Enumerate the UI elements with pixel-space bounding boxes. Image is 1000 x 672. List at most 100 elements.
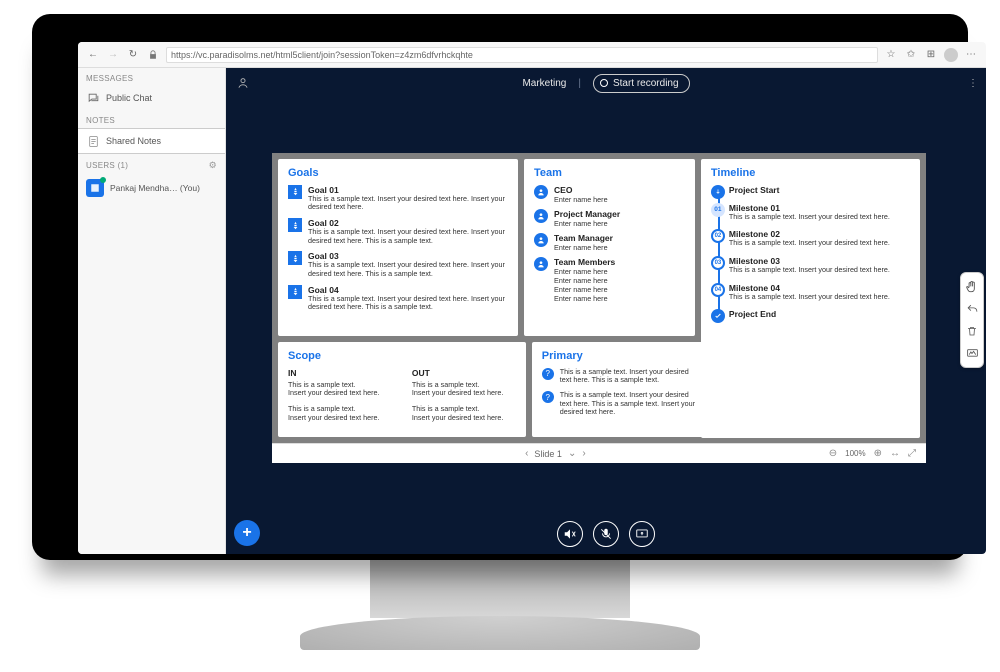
primary-desc: This is a sample text. Insert your desir… (560, 368, 698, 385)
chat-icon (86, 91, 100, 105)
sidebar-header-notes: NOTES (78, 110, 225, 128)
browser-bar: ← → ↻ https://vc.paradisolms.net/html5cl… (78, 42, 986, 68)
nav-back-icon[interactable]: ← (86, 48, 100, 62)
goal-icon (288, 285, 302, 299)
card-scope: Scope IN This is a sample text.Insert yo… (278, 342, 526, 438)
avatar (86, 179, 104, 197)
url-field[interactable]: https://vc.paradisolms.net/html5client/j… (166, 47, 878, 63)
goal-item: Goal 02 This is a sample text. Insert yo… (288, 218, 508, 245)
scope-in-text: This is a sample text.Insert your desire… (288, 405, 392, 422)
slide-dropdown-icon[interactable]: ⌄ (568, 448, 576, 459)
team-item: Team Members Enter name hereEnter name h… (534, 257, 685, 303)
nav-forward-icon[interactable]: → (106, 48, 120, 62)
star-icon[interactable]: ☆ (884, 48, 898, 62)
fullscreen-icon[interactable]: ⤢ (908, 448, 916, 459)
timeline-desc: This is a sample text. Insert your desir… (729, 266, 910, 275)
user-icon[interactable] (236, 76, 250, 90)
presentation-area: Goals Goal 01 This is a sample text. Ins… (226, 98, 986, 514)
timeline-node-icon: 04 (711, 283, 725, 297)
goal-item: Goal 03 This is a sample text. Insert yo… (288, 251, 508, 278)
user-name-label: Pankaj Mendha… (You) (110, 183, 200, 193)
zoom-in-icon[interactable]: ⊕ (874, 448, 882, 459)
card-title: Timeline (711, 167, 910, 179)
timeline-item: 01 Milestone 01 This is a sample text. I… (729, 203, 910, 222)
sidebar-header-messages: MESSAGES (78, 68, 225, 86)
more-menu-icon[interactable]: ⋮ (968, 78, 978, 89)
hand-tool-icon[interactable] (962, 276, 982, 298)
goal-desc: This is a sample text. Insert your desir… (308, 261, 508, 278)
team-desc: Enter name here (554, 195, 608, 204)
team-role: Project Manager (554, 209, 620, 219)
topbar: Marketing | Start recording ⋮ (226, 68, 986, 98)
primary-item: ? This is a sample text. Insert your des… (542, 391, 698, 417)
timeline-node-icon: 01 (711, 203, 725, 217)
nav-reload-icon[interactable]: ↻ (126, 48, 140, 62)
team-item: CEO Enter name here (534, 185, 685, 204)
slide-next-icon[interactable]: › (582, 448, 585, 459)
slide-prev-icon[interactable]: ‹ (525, 448, 528, 459)
question-icon: ? (542, 368, 554, 380)
undo-icon[interactable] (962, 298, 982, 320)
person-icon (534, 209, 548, 223)
mute-audio-button[interactable] (557, 521, 583, 547)
scope-out-text: This is a sample text.Insert your desire… (412, 405, 516, 422)
session-title: Marketing (522, 78, 566, 89)
sidebar: MESSAGES Public Chat NOTES Shared Notes … (78, 68, 226, 554)
annotate-icon[interactable] (962, 342, 982, 364)
timeline-node-icon: 03 (711, 256, 725, 270)
goal-desc: This is a sample text. Insert your desir… (308, 228, 508, 245)
screen: ← → ↻ https://vc.paradisolms.net/html5cl… (78, 42, 986, 554)
timeline-desc: This is a sample text. Insert your desir… (729, 239, 910, 248)
scope-in-text: This is a sample text.Insert your desire… (288, 381, 392, 398)
timeline-item: 02 Milestone 02 This is a sample text. I… (729, 229, 910, 248)
sidebar-item-label: Shared Notes (106, 136, 161, 146)
main-area: Marketing | Start recording ⋮ Goals (226, 68, 986, 554)
goal-item: Goal 01 This is a sample text. Insert yo… (288, 185, 508, 212)
slide-indicator: Slide 1 (534, 449, 562, 459)
favorites-icon[interactable]: ✩ (904, 48, 918, 62)
card-title: Goals (288, 167, 508, 179)
slide-footer: ‹ Slide 1 ⌄ › ⊖ 100% ⊕ ↔ ⤢ (272, 443, 926, 463)
question-icon: ? (542, 391, 554, 403)
timeline-desc: This is a sample text. Insert your desir… (729, 293, 910, 302)
goal-icon (288, 251, 302, 265)
app: MESSAGES Public Chat NOTES Shared Notes … (78, 68, 986, 554)
bottom-actions (226, 514, 986, 554)
collections-icon[interactable]: ⊞ (924, 48, 938, 62)
monitor-frame: ← → ↻ https://vc.paradisolms.net/html5cl… (32, 14, 968, 560)
person-icon (534, 185, 548, 199)
card-timeline: Timeline Project Start 01 Milestone 01 T… (701, 159, 920, 438)
timeline-title: Project End (729, 309, 910, 319)
mute-mic-button[interactable] (593, 521, 619, 547)
monitor-neck (370, 558, 630, 618)
browser-menu-icon[interactable]: ⋯ (964, 48, 978, 62)
team-item: Team Manager Enter name here (534, 233, 685, 252)
notes-icon (86, 134, 100, 148)
card-primary: Primary ? This is a sample text. Insert … (532, 342, 708, 438)
primary-item: ? This is a sample text. Insert your des… (542, 368, 698, 385)
team-desc: Enter name here (554, 243, 613, 252)
user-list-item[interactable]: Pankaj Mendha… (You) (78, 174, 225, 202)
scope-in-header: IN (288, 368, 392, 378)
gear-icon[interactable]: ⚙ (209, 160, 217, 171)
team-desc: Enter name hereEnter name hereEnter name… (554, 267, 615, 303)
timeline-item: 04 Milestone 04 This is a sample text. I… (729, 283, 910, 302)
sidebar-item-shared-notes[interactable]: Shared Notes (78, 128, 225, 154)
sidebar-item-public-chat[interactable]: Public Chat (78, 86, 225, 110)
zoom-out-icon[interactable]: ⊖ (829, 448, 837, 459)
team-item: Project Manager Enter name here (534, 209, 685, 228)
record-label: Start recording (613, 78, 679, 89)
timeline-item: Project End (729, 309, 910, 319)
person-icon (534, 233, 548, 247)
fit-width-icon[interactable]: ↔ (890, 448, 900, 459)
scope-out-header: OUT (412, 368, 516, 378)
trash-icon[interactable] (962, 320, 982, 342)
add-button[interactable]: + (234, 520, 260, 546)
share-screen-button[interactable] (629, 521, 655, 547)
profile-icon[interactable] (944, 48, 958, 62)
whiteboard-tools (960, 272, 984, 368)
team-role: Team Members (554, 257, 615, 267)
timeline-item: Project Start (729, 185, 910, 195)
card-title: Primary (542, 350, 698, 362)
start-recording-button[interactable]: Start recording (593, 74, 690, 93)
